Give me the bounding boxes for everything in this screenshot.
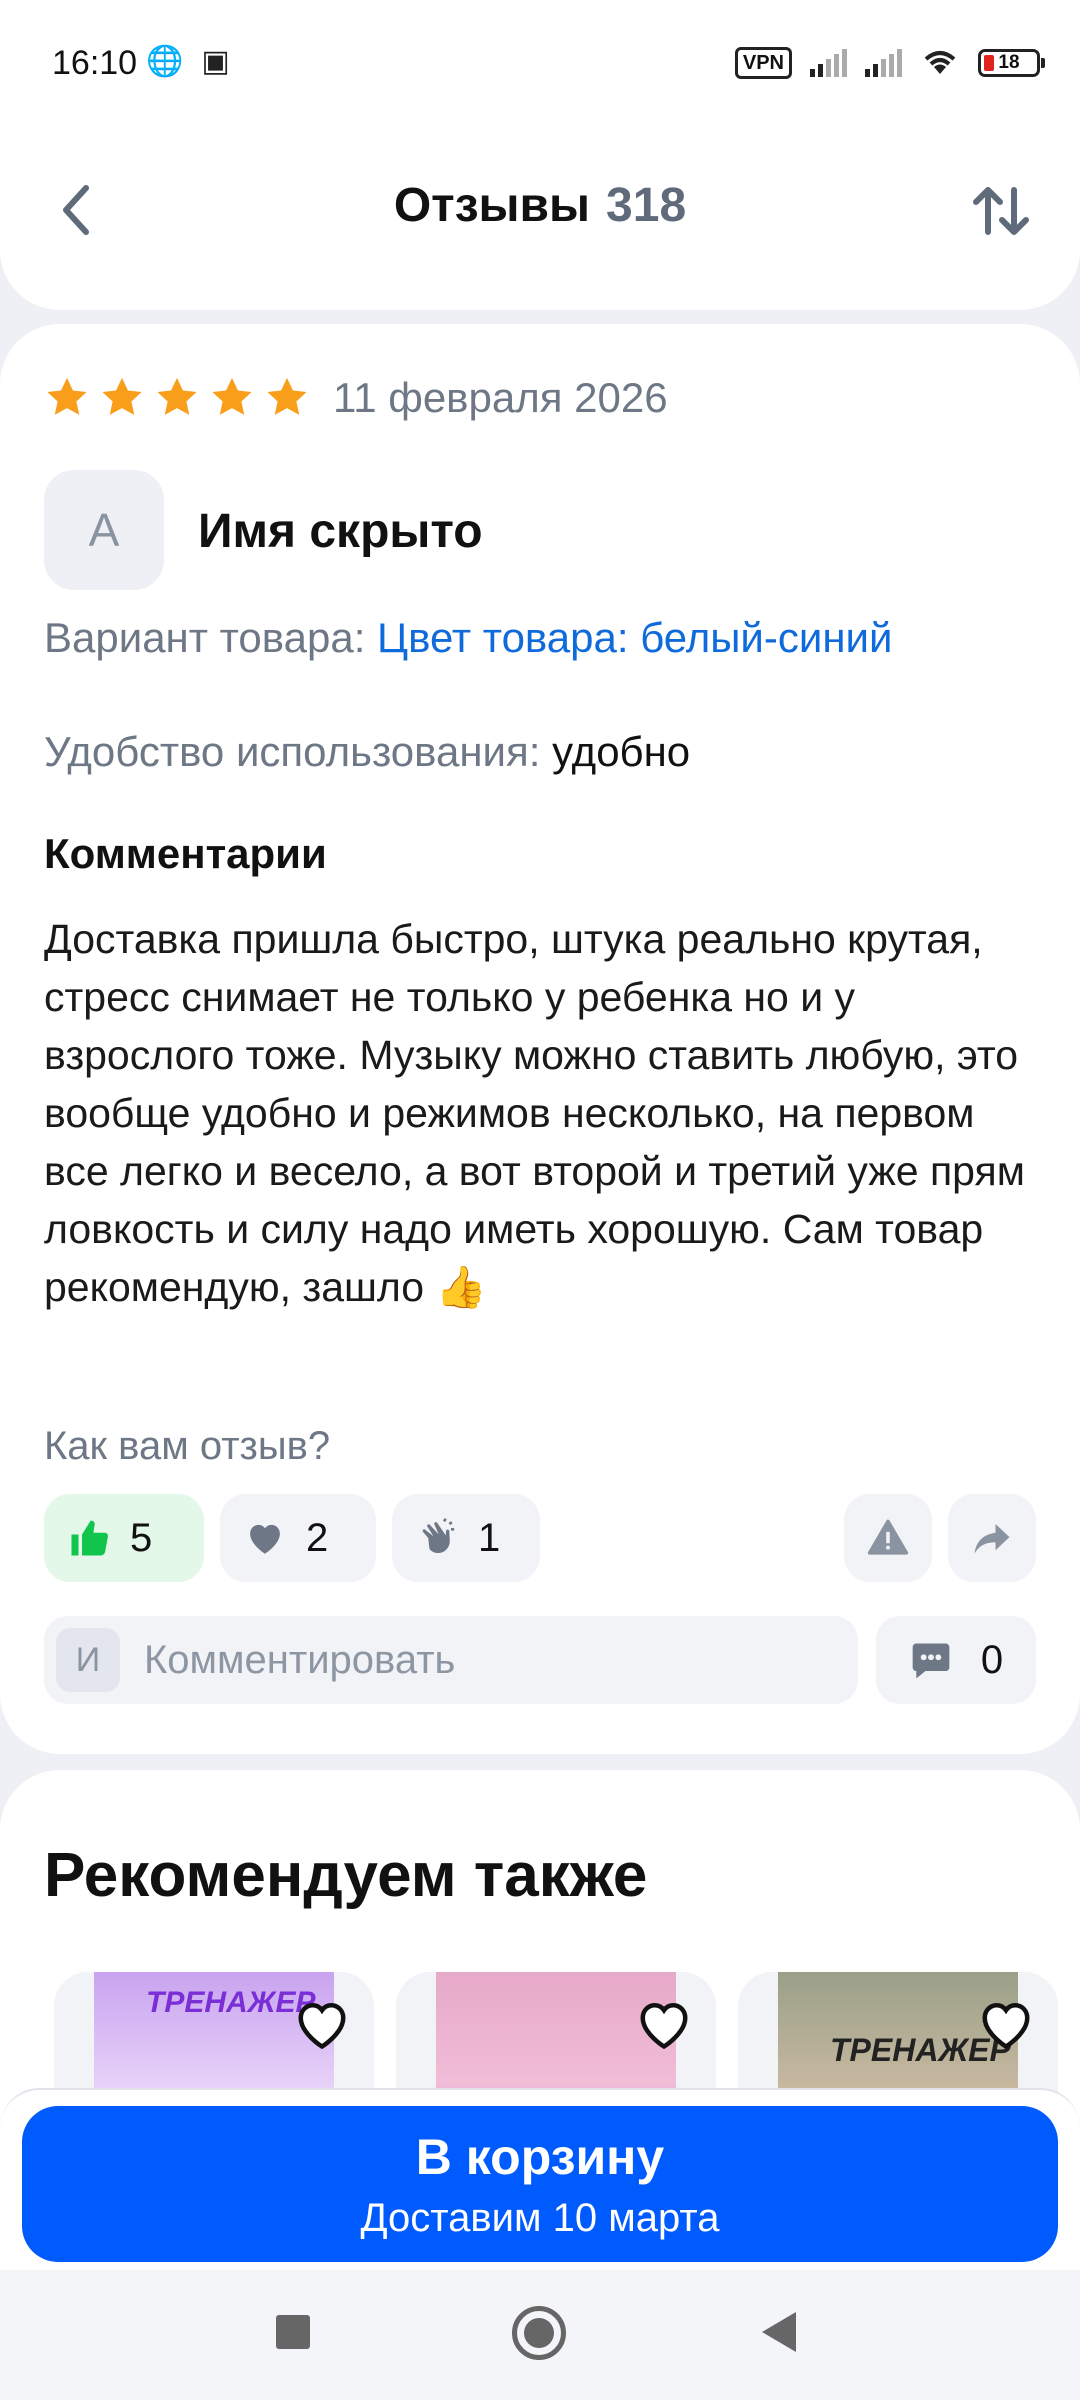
author-name: Имя скрыто	[198, 505, 483, 558]
star-icon	[212, 377, 252, 415]
signal-icon	[810, 48, 847, 77]
comment-avatar: И	[56, 1628, 120, 1692]
reactions-row: 5 2 1	[44, 1494, 1036, 1584]
review-count: 318	[606, 179, 687, 232]
heart-button[interactable]: 2	[220, 1494, 376, 1582]
heart-icon	[250, 1524, 280, 1554]
warning-icon	[867, 1519, 909, 1555]
review-text: Доставка пришла быстро, штука реально кр…	[44, 916, 1025, 1310]
add-to-cart-label: В корзину	[415, 2129, 665, 2185]
page-title-text: Отзывы	[393, 179, 591, 232]
add-to-cart-button[interactable]: В корзину Доставим 10 марта	[22, 2106, 1058, 2262]
globe-icon: 🌐	[146, 45, 184, 78]
header: Отзывы 318	[0, 110, 1080, 310]
clap-button[interactable]: 1	[392, 1494, 540, 1582]
recents-icon[interactable]	[276, 2315, 310, 2349]
delivery-date: Доставим 10 марта	[360, 2196, 720, 2240]
signal-icon-2	[865, 48, 902, 77]
chat-bubble-icon	[912, 1643, 950, 1679]
heart-count: 2	[306, 1515, 329, 1560]
thumbs-up-icon	[71, 1520, 108, 1556]
system-back-icon[interactable]	[762, 2312, 796, 2352]
product-variant: Вариант товара: Цвет товара: белый-синий	[44, 614, 892, 662]
favorite-heart-icon[interactable]	[632, 1994, 696, 2054]
variant-link[interactable]: Цвет товара: белый-синий	[377, 614, 892, 661]
comments-button[interactable]: 0	[876, 1616, 1036, 1704]
sort-icon[interactable]	[966, 176, 1036, 246]
vpn-icon: VPN	[734, 46, 792, 79]
usability-label: Удобство использования:	[44, 728, 541, 775]
battery-level: 18	[998, 51, 1020, 73]
comment-row: И Комментировать 0	[44, 1616, 1036, 1704]
comments-title: Комментарии	[44, 830, 327, 877]
usability-value: удобно	[552, 728, 691, 775]
favorite-heart-icon[interactable]	[974, 1994, 1038, 2054]
status-left-icons: 🌐 ▣	[146, 46, 230, 78]
star-icon	[102, 377, 142, 415]
wifi-icon	[920, 46, 960, 79]
rating-row: 11 февраля 2026	[44, 374, 668, 422]
battery-icon: 18	[978, 48, 1045, 77]
variant-label: Вариант товара:	[44, 614, 366, 661]
like-button[interactable]: 5	[44, 1494, 204, 1582]
usability: Удобство использования: удобно	[44, 728, 690, 776]
review-date: 11 февраля 2026	[333, 374, 668, 421]
star-icon	[47, 377, 87, 415]
recommended-title: Рекомендуем также	[44, 1841, 648, 1910]
star-icon	[157, 377, 197, 415]
twitch-icon: ▣	[201, 45, 230, 78]
comment-input[interactable]: И Комментировать	[44, 1616, 858, 1704]
share-button[interactable]	[948, 1494, 1036, 1582]
status-right-icons: VPN 18	[734, 46, 1045, 79]
report-button[interactable]	[844, 1494, 932, 1582]
cart-bar: В корзину Доставим 10 марта	[0, 2088, 1080, 2278]
status-time: 16:10	[52, 44, 138, 82]
clap-icon	[422, 1518, 455, 1554]
comment-placeholder: Комментировать	[144, 1637, 456, 1682]
system-nav-bar	[0, 2270, 1080, 2400]
page-title: Отзывы 318	[0, 178, 1080, 233]
review-question: Как вам отзыв?	[44, 1424, 331, 1468]
clap-count: 1	[478, 1515, 501, 1560]
home-icon[interactable]	[512, 2306, 566, 2360]
like-count: 5	[130, 1515, 153, 1560]
star-icon	[267, 377, 307, 415]
comment-count: 0	[980, 1637, 1004, 1682]
share-icon	[974, 1524, 1010, 1554]
favorite-heart-icon[interactable]	[290, 1994, 354, 2054]
review-card: 11 февраля 2026 А Имя скрыто Вариант тов…	[0, 324, 1080, 1754]
avatar: А	[44, 470, 164, 590]
